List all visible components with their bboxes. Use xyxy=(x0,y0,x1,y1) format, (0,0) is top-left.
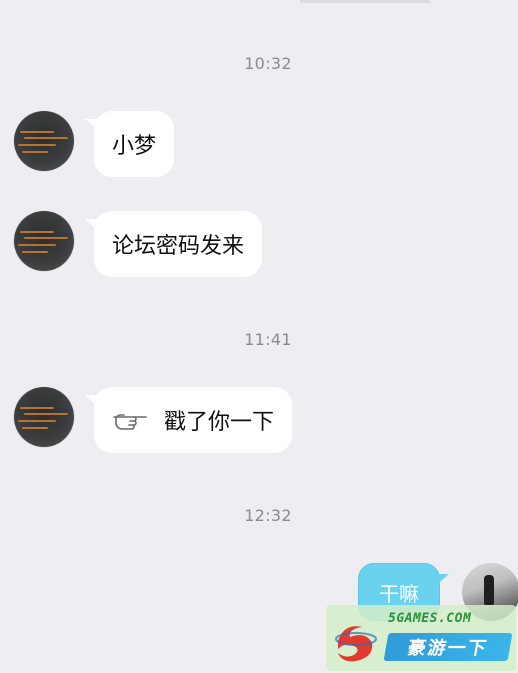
watermark-site-text: 5GAMES.COM xyxy=(388,611,472,626)
timestamp: 11:41 xyxy=(244,330,292,349)
pointing-hand-icon xyxy=(113,414,147,430)
site-watermark: 5GAMES.COM 豪游一下 xyxy=(326,605,516,671)
site-logo-icon xyxy=(335,626,377,662)
watermark-brand-text: 豪游一下 xyxy=(383,633,513,661)
contact-avatar[interactable] xyxy=(14,111,74,171)
message-text: 戳了你一下 xyxy=(164,410,275,435)
message-bubble[interactable]: 论坛密码发来 xyxy=(84,211,263,277)
contact-avatar[interactable] xyxy=(14,211,74,271)
timestamp: 10:32 xyxy=(244,54,292,73)
message-text: 干嘛 xyxy=(379,581,419,606)
contact-avatar[interactable] xyxy=(14,387,74,447)
top-divider xyxy=(300,0,430,3)
poke-message-bubble[interactable]: 戳了你一下 xyxy=(84,387,293,453)
timestamp: 12:32 xyxy=(244,506,292,525)
message-text: 论坛密码发来 xyxy=(112,234,245,259)
message-bubble[interactable]: 小梦 xyxy=(84,111,175,177)
message-text: 小梦 xyxy=(112,134,157,159)
